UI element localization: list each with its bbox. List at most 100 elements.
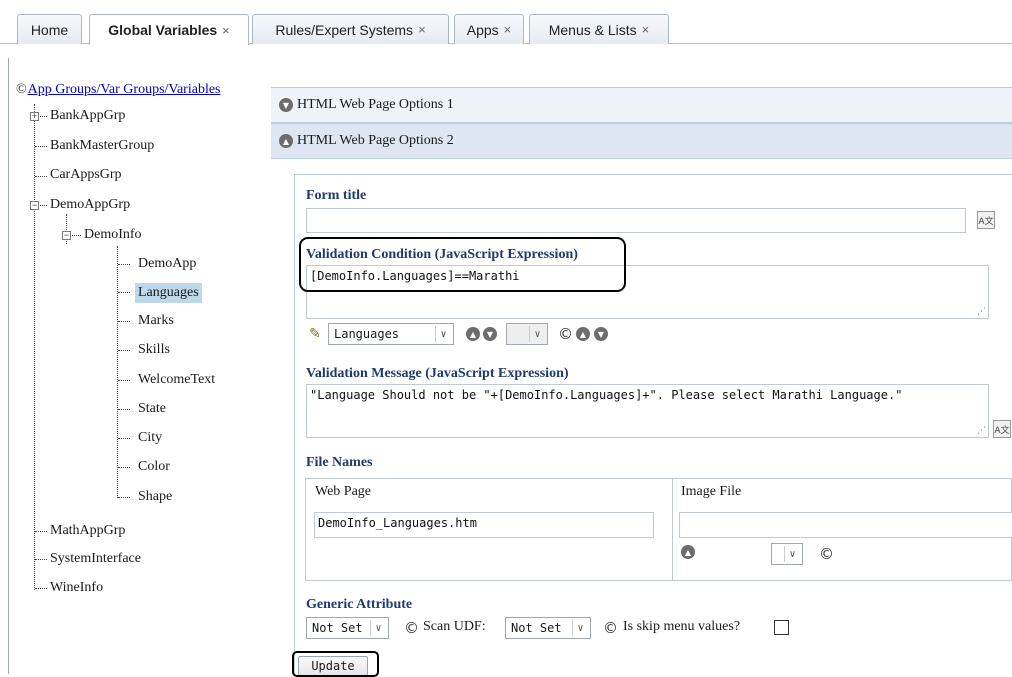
tree-item-wineinfo[interactable]: WineInfo	[47, 578, 106, 598]
image-file-input[interactable]	[678, 512, 1012, 538]
close-icon[interactable]: ×	[504, 22, 512, 37]
tree-connector	[117, 246, 118, 498]
pencil-icon[interactable]: ✎	[309, 325, 327, 343]
collapse-icon[interactable]: −	[62, 231, 71, 240]
tree-item-demoappgrp[interactable]: DemoAppGrp	[47, 195, 133, 215]
generic-attribute-value: Not Set	[312, 621, 363, 635]
tree-root-label: App Groups/Var Groups/Variables	[27, 82, 221, 97]
tree-item-color[interactable]: Color	[135, 457, 173, 477]
variable-select-value: Languages	[334, 327, 400, 341]
move-down-icon[interactable]: ▼	[594, 327, 608, 341]
tree-connector	[118, 264, 130, 265]
tree-item-bankappgrp[interactable]: BankAppGrp	[47, 106, 128, 126]
resize-handle-icon[interactable]: ⋰	[977, 307, 986, 317]
tab-home[interactable]: Home	[17, 14, 82, 44]
tree-item-city[interactable]: City	[135, 428, 165, 448]
refresh-icon[interactable]: ©	[558, 326, 573, 342]
translate-icon[interactable]: A文	[993, 420, 1011, 438]
scan-udf-label: Scan UDF:	[423, 619, 486, 634]
refresh-icon[interactable]: ©	[603, 620, 618, 636]
image-select[interactable]: ∨	[770, 543, 803, 565]
tab-label: Menus & Lists	[548, 21, 637, 38]
close-icon[interactable]: ×	[222, 23, 230, 38]
refresh-icon[interactable]: ©	[16, 81, 27, 99]
web-page-cell: Web Page DemoInfo_Languages.htm	[305, 478, 673, 581]
tree-connector	[35, 559, 47, 560]
scan-udf-value: Not Set	[511, 621, 562, 635]
tab-global-variables[interactable]: Global Variables ×	[89, 14, 249, 45]
collapse-icon[interactable]: −	[30, 201, 39, 210]
web-page-label: Web Page	[315, 484, 372, 499]
move-up-icon[interactable]: ▲	[680, 545, 695, 559]
file-names-label: File Names	[306, 455, 373, 470]
tree-connector	[35, 531, 47, 532]
tree-connector	[118, 438, 130, 439]
refresh-icon[interactable]: ©	[819, 546, 834, 562]
tree-item-shape[interactable]: Shape	[135, 487, 175, 507]
tree-connector	[118, 292, 130, 293]
sidebar-border	[8, 58, 9, 674]
form-title-input[interactable]	[306, 208, 966, 233]
translate-icon[interactable]: A文	[977, 211, 995, 229]
tab-label: Apps	[466, 21, 499, 38]
move-up-icon[interactable]: ▲	[576, 327, 590, 341]
close-icon[interactable]: ×	[418, 22, 426, 37]
image-file-label: Image File	[680, 484, 742, 499]
chevron-down-icon[interactable]: ∨	[572, 620, 588, 636]
skip-menu-checkbox[interactable]	[774, 620, 789, 635]
tree-item-marks[interactable]: Marks	[135, 311, 177, 331]
move-up-icon[interactable]: ▲	[466, 327, 480, 341]
tree-item-systeminterface[interactable]: SystemInterface	[47, 549, 144, 569]
move-down-icon[interactable]: ▼	[483, 327, 497, 341]
chevron-down-icon[interactable]: ▼	[279, 98, 293, 112]
chevron-up-icon[interactable]: ▲	[279, 134, 293, 148]
tab-apps[interactable]: Apps ×	[454, 14, 524, 44]
tree-connector	[35, 588, 47, 589]
generic-attribute-label: Generic Attribute	[306, 597, 413, 612]
tree-connector	[118, 321, 130, 322]
tree-item-welcometext[interactable]: WelcomeText	[135, 370, 218, 390]
tab-rules-expert-systems[interactable]: Rules/Expert Systems ×	[252, 14, 449, 44]
web-page-input[interactable]: DemoInfo_Languages.htm	[314, 512, 654, 538]
section-header-options-2[interactable]: ▲ HTML Web Page Options 2	[271, 123, 1012, 159]
tree-connector	[118, 350, 130, 351]
validation-message-text: "Language Should not be "+[DemoInfo.Lang…	[310, 388, 903, 402]
tab-menus-lists[interactable]: Menus & Lists ×	[529, 14, 669, 44]
expand-icon[interactable]: +	[30, 112, 39, 121]
tree-item-languages[interactable]: Languages	[135, 283, 202, 303]
chevron-down-icon[interactable]: ∨	[370, 620, 386, 636]
tree-item-carappsgrp[interactable]: CarAppsGrp	[47, 165, 125, 185]
skip-menu-label: Is skip menu values?	[623, 619, 741, 634]
section-title: HTML Web Page Options 2	[297, 133, 454, 148]
close-icon[interactable]: ×	[642, 22, 650, 37]
generic-attribute-select[interactable]: Not Set ∨	[306, 617, 389, 639]
section-header-options-1[interactable]: ▼ HTML Web Page Options 1	[271, 87, 1012, 123]
image-file-cell: Image File ▲ ∨ ©	[671, 478, 1012, 581]
chevron-down-icon[interactable]: ∨	[435, 326, 451, 342]
tab-label: Global Variables	[108, 22, 218, 38]
tree-item-bankmastergroup[interactable]: BankMasterGroup	[47, 136, 157, 156]
validation-message-label: Validation Message (JavaScript Expressio…	[306, 366, 569, 381]
tree-item-state[interactable]: State	[135, 399, 169, 419]
validation-message-input[interactable]: "Language Should not be "+[DemoInfo.Lang…	[306, 384, 989, 438]
form-title-label: Form title	[306, 188, 367, 203]
tree-connector	[35, 146, 47, 147]
scan-udf-select[interactable]: Not Set ∨	[505, 617, 591, 639]
section-title: HTML Web Page Options 1	[297, 97, 454, 112]
tree-connector	[118, 380, 130, 381]
tree-item-mathappgrp[interactable]: MathAppGrp	[47, 521, 128, 541]
chevron-down-icon[interactable]: ∨	[783, 546, 800, 562]
tree-item-skills[interactable]: Skills	[135, 340, 173, 360]
resize-handle-icon[interactable]: ⋰	[977, 426, 986, 436]
tree-connector	[35, 176, 47, 177]
tree-root-link[interactable]: ©App Groups/Var Groups/Variables	[16, 81, 221, 99]
tree-connector	[118, 467, 130, 468]
tab-label: Rules/Expert Systems	[275, 21, 414, 38]
tree-connector	[118, 497, 130, 498]
refresh-icon[interactable]: ©	[404, 620, 419, 636]
tree-item-demoinfo[interactable]: DemoInfo	[81, 225, 145, 245]
variable-select[interactable]: Languages ∨	[328, 323, 454, 345]
highlight-callout	[299, 237, 626, 292]
tree-item-demoapp[interactable]: DemoApp	[135, 254, 199, 274]
tab-label: Home	[30, 21, 69, 38]
